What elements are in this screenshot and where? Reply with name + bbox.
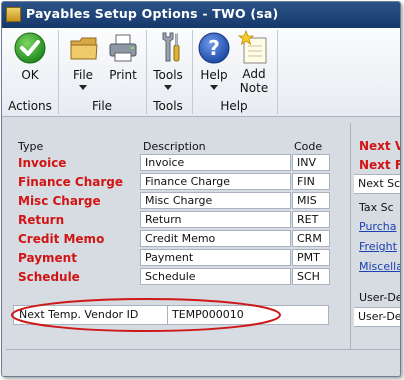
code-field[interactable]: CRM xyxy=(292,230,330,247)
tax-sc-label: Tax Sc xyxy=(359,201,394,214)
freight-link[interactable]: Freight xyxy=(359,240,397,253)
payables-setup-window: Payables Setup Options - TWO (sa) OK Act… xyxy=(1,1,401,377)
type-label: Misc Charge xyxy=(18,194,101,208)
ribbon-toolbar: OK Actions File Print File Tools Tools ?… xyxy=(2,28,400,117)
wrench-screwdriver-icon xyxy=(162,32,180,62)
group-label-tools: Tools xyxy=(153,99,183,113)
code-field[interactable]: MIS xyxy=(292,192,330,209)
miscellaneous-link[interactable]: Miscella xyxy=(359,260,400,273)
add-note-label-line1: Add xyxy=(242,67,266,81)
user-defined-row-2: User-De xyxy=(354,307,400,327)
type-label: Return xyxy=(18,213,65,227)
code-field[interactable]: FIN xyxy=(292,173,330,190)
bottom-separator xyxy=(6,349,400,350)
code-field[interactable]: PMT xyxy=(292,249,330,266)
description-field[interactable]: Finance Charge xyxy=(140,173,291,190)
group-separator xyxy=(192,30,193,114)
tools-label: Tools xyxy=(153,68,183,82)
group-label-actions: Actions xyxy=(8,99,52,113)
group-label-help: Help xyxy=(220,99,248,113)
chevron-down-icon xyxy=(164,85,172,90)
ok-button[interactable]: OK xyxy=(5,28,55,92)
user-defined-label-1: User-De xyxy=(359,291,401,304)
folder-icon xyxy=(70,37,98,60)
next-sc-row: Next Sc xyxy=(354,174,400,194)
type-column-header: Type xyxy=(18,140,44,153)
help-label: Help xyxy=(200,68,228,82)
code-field[interactable]: INV xyxy=(292,154,330,171)
type-label: Invoice xyxy=(18,156,67,170)
description-field[interactable]: Return xyxy=(140,211,291,228)
add-note-label-line2: Note xyxy=(239,81,269,95)
print-button[interactable]: Print xyxy=(104,28,142,92)
description-field[interactable]: Schedule xyxy=(140,268,291,285)
code-field[interactable]: RET xyxy=(292,211,330,228)
window-title: Payables Setup Options - TWO (sa) xyxy=(26,6,279,21)
svg-text:?: ? xyxy=(208,36,220,60)
next-sc-label: Next Sc xyxy=(358,177,401,190)
next-v-label: Next V xyxy=(359,139,401,153)
ok-label: OK xyxy=(21,68,39,82)
user-defined-label-2: User-De xyxy=(358,310,401,323)
add-note-button[interactable]: Add Note xyxy=(234,28,274,95)
type-label: Payment xyxy=(18,251,77,265)
type-label: Finance Charge xyxy=(18,175,124,189)
description-field[interactable]: Credit Memo xyxy=(140,230,291,247)
code-column-header: Code xyxy=(294,140,323,153)
checkmark-icon xyxy=(14,32,46,64)
type-label: Schedule xyxy=(18,270,80,284)
options-content: Type Description Code Invoice Invoice IN… xyxy=(2,117,400,376)
tools-menu-button[interactable]: Tools xyxy=(148,28,188,92)
description-field[interactable]: Misc Charge xyxy=(140,192,291,209)
print-label: Print xyxy=(109,68,137,82)
type-label: Credit Memo xyxy=(18,232,105,246)
add-note-icon xyxy=(238,30,267,64)
description-field[interactable]: Payment xyxy=(140,249,291,266)
help-question-icon: ? xyxy=(198,32,230,64)
title-bar[interactable]: Payables Setup Options - TWO (sa) xyxy=(2,2,400,28)
file-menu-button[interactable]: File xyxy=(62,28,104,92)
group-label-file: File xyxy=(91,99,113,113)
group-separator xyxy=(277,30,278,114)
chevron-down-icon xyxy=(79,85,87,90)
printer-icon xyxy=(109,34,137,62)
description-field[interactable]: Invoice xyxy=(140,154,291,171)
purchases-link[interactable]: Purcha xyxy=(359,220,396,233)
window-icon xyxy=(6,7,21,22)
highlight-ellipse xyxy=(11,298,281,332)
panel-divider xyxy=(350,123,351,349)
group-separator xyxy=(58,30,59,114)
code-field[interactable]: SCH xyxy=(292,268,330,285)
help-menu-button[interactable]: ? Help xyxy=(194,28,234,92)
next-f-label: Next F xyxy=(359,158,401,172)
chevron-down-icon xyxy=(210,85,218,90)
file-label: File xyxy=(72,68,94,82)
description-column-header: Description xyxy=(143,140,206,153)
group-separator xyxy=(146,30,147,114)
